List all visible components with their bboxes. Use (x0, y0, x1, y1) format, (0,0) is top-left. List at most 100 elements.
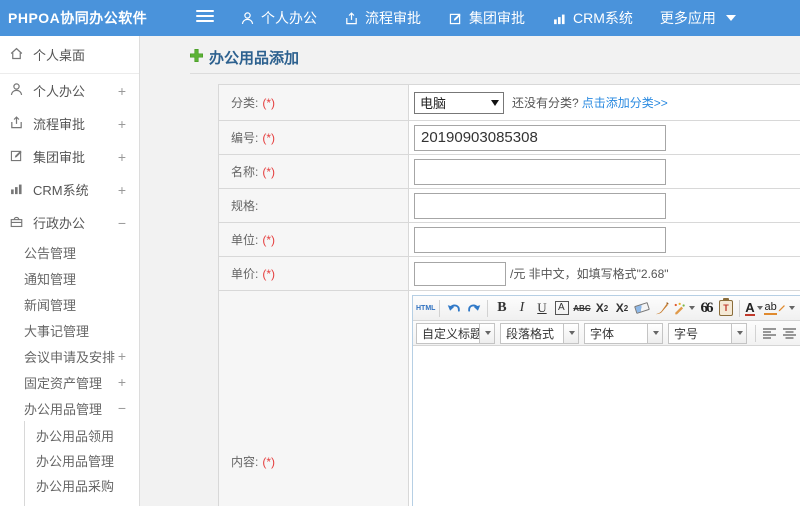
sidebar-item-announcement-mgmt[interactable]: 公告管理 (0, 239, 139, 265)
sidebar-item-meeting-request[interactable]: 会议申请及安排 + (0, 343, 139, 369)
custom-heading-select[interactable]: 自定义标题 (416, 322, 495, 344)
top-navigation: 个人办公 流程审批 集团审批 CRM系统 更多应用 (240, 0, 736, 36)
sidebar-item-office-supplies-mgmt[interactable]: 办公用品管理 − (0, 395, 139, 421)
superscript-button[interactable]: X2 (592, 298, 611, 318)
sidebar-item-fixed-assets[interactable]: 固定资产管理 + (0, 369, 139, 395)
autotypeset-button[interactable]: A (552, 298, 571, 318)
sidebar-item-group-approval[interactable]: 集团审批 + (0, 140, 139, 173)
sidebar-item-supplies-manage[interactable]: 办公用品管理 (25, 448, 139, 473)
add-category-link[interactable]: 点击添加分类>> (582, 94, 668, 111)
collapse-icon[interactable]: − (118, 400, 126, 416)
toolbar-separator (439, 299, 441, 317)
name-input[interactable] (414, 158, 666, 185)
sidebar-item-label: CRM系统 (33, 183, 89, 198)
field-label: 单位: (231, 233, 259, 247)
redo-button[interactable] (464, 298, 483, 318)
sidebar-item-personal-office[interactable]: 个人办公 + (0, 74, 139, 107)
nav-group-approval[interactable]: 集团审批 (448, 8, 525, 28)
editor-toolbar-row1: HTML B I U A ABC X2 X2 66 T A ab (413, 296, 800, 321)
caret-down-icon (731, 323, 746, 343)
paragraph-format-select[interactable]: 段落格式 (500, 322, 579, 344)
expand-icon[interactable]: + (118, 149, 126, 165)
align-center-button[interactable] (780, 323, 799, 343)
sidebar-item-news-mgmt[interactable]: 新闻管理 (0, 291, 139, 317)
highlight-color-button[interactable]: ab (764, 298, 795, 318)
paste-icon: T (718, 298, 733, 316)
sidebar-item-process-approval[interactable]: 流程审批 + (0, 107, 139, 140)
sidebar-item-admin-office[interactable]: 行政办公 − (0, 206, 139, 239)
collapse-icon[interactable]: − (118, 215, 126, 231)
eraser-button[interactable] (632, 298, 651, 318)
form-row-code: 编号: (*) (219, 121, 800, 155)
bold-button[interactable]: B (492, 298, 511, 318)
process-icon (9, 115, 24, 133)
font-size-select[interactable]: 字号 (668, 322, 747, 344)
paint-format-button[interactable] (672, 298, 696, 318)
strikethrough-button[interactable]: ABC (572, 298, 591, 318)
expand-icon[interactable]: + (118, 182, 126, 198)
editor-toolbar-row2: 自定义标题 段落格式 字体 字号 (413, 321, 800, 346)
add-plus-icon (190, 48, 203, 67)
caret-down-icon (563, 323, 578, 343)
app-logo[interactable]: PHPOA协同办公软件 (8, 0, 147, 36)
sidebar-item-label: 流程审批 (33, 117, 86, 132)
nav-label: CRM系统 (573, 10, 633, 26)
page: PHPOA协同办公软件 个人办公 流程审批 集团审批 CRM系统 更多应用 个人… (0, 0, 800, 506)
italic-button[interactable]: I (512, 298, 531, 318)
category-select-value: 电脑 (420, 96, 447, 111)
sidebar-item-label: 集团审批 (33, 150, 86, 165)
expand-icon[interactable]: + (118, 83, 126, 99)
pen-icon (778, 305, 785, 312)
sidebar-item-crm[interactable]: CRM系统 + (0, 173, 139, 206)
paste-text-button[interactable]: T (716, 298, 735, 318)
field-label: 内容: (231, 455, 259, 469)
expand-icon[interactable]: + (118, 374, 126, 390)
price-input[interactable] (414, 261, 506, 286)
nav-more-apps[interactable]: 更多应用 (660, 8, 736, 28)
unit-input[interactable] (414, 226, 666, 253)
sidebar-item-label: 个人办公 (33, 84, 86, 99)
clear-format-button[interactable] (652, 298, 671, 318)
code-input[interactable] (414, 124, 666, 151)
sidebar-item-supplies-purchase[interactable]: 办公用品采购 (25, 473, 139, 498)
sidebar-item-memorabilia-mgmt[interactable]: 大事记管理 (0, 317, 139, 343)
caret-down-icon (725, 15, 736, 21)
sidebar-item-label: 个人桌面 (33, 48, 86, 63)
align-left-button[interactable] (760, 323, 779, 343)
nav-crm-system[interactable]: CRM系统 (552, 8, 633, 28)
source-code-button[interactable]: HTML (416, 298, 435, 318)
person-icon (240, 11, 255, 26)
subscript-button[interactable]: X2 (612, 298, 631, 318)
font-family-select[interactable]: 字体 (584, 322, 663, 344)
eraser-icon (634, 302, 650, 314)
caret-down-icon (756, 306, 763, 310)
field-label: 单价: (231, 267, 259, 281)
required-mark: (*) (262, 232, 276, 247)
sidebar-item-notice-mgmt[interactable]: 通知管理 (0, 265, 139, 291)
category-hint: 还没有分类? (512, 96, 579, 110)
expand-icon[interactable]: + (118, 116, 126, 132)
nav-label: 个人办公 (261, 10, 317, 26)
underline-button[interactable]: U (532, 298, 551, 318)
expand-icon[interactable]: + (118, 348, 126, 364)
edit-icon (9, 148, 24, 166)
sidebar-item-label: 办公用品管理 (36, 454, 115, 469)
page-title: 办公用品添加 (190, 47, 299, 68)
spec-input[interactable] (414, 192, 666, 219)
sidebar-item-label: 大事记管理 (24, 323, 90, 339)
title-divider (190, 73, 800, 74)
nav-personal-office[interactable]: 个人办公 (240, 8, 317, 28)
field-label: 名称: (231, 165, 259, 179)
admin-box-icon (9, 214, 24, 232)
font-color-button[interactable]: A (744, 298, 763, 318)
sidebar-item-personal-desktop[interactable]: 个人桌面 (0, 36, 139, 74)
editor-content-area[interactable] (413, 346, 800, 506)
hamburger-icon[interactable] (196, 10, 214, 25)
field-label: 分类: (231, 96, 259, 110)
field-label: 规格: (231, 199, 259, 213)
undo-button[interactable] (444, 298, 463, 318)
category-select[interactable]: 电脑 (414, 91, 504, 114)
sidebar-item-supplies-claim[interactable]: 办公用品领用 (25, 423, 139, 448)
blockquote-button[interactable]: 66 (696, 298, 715, 318)
nav-process-approval[interactable]: 流程审批 (344, 8, 421, 28)
